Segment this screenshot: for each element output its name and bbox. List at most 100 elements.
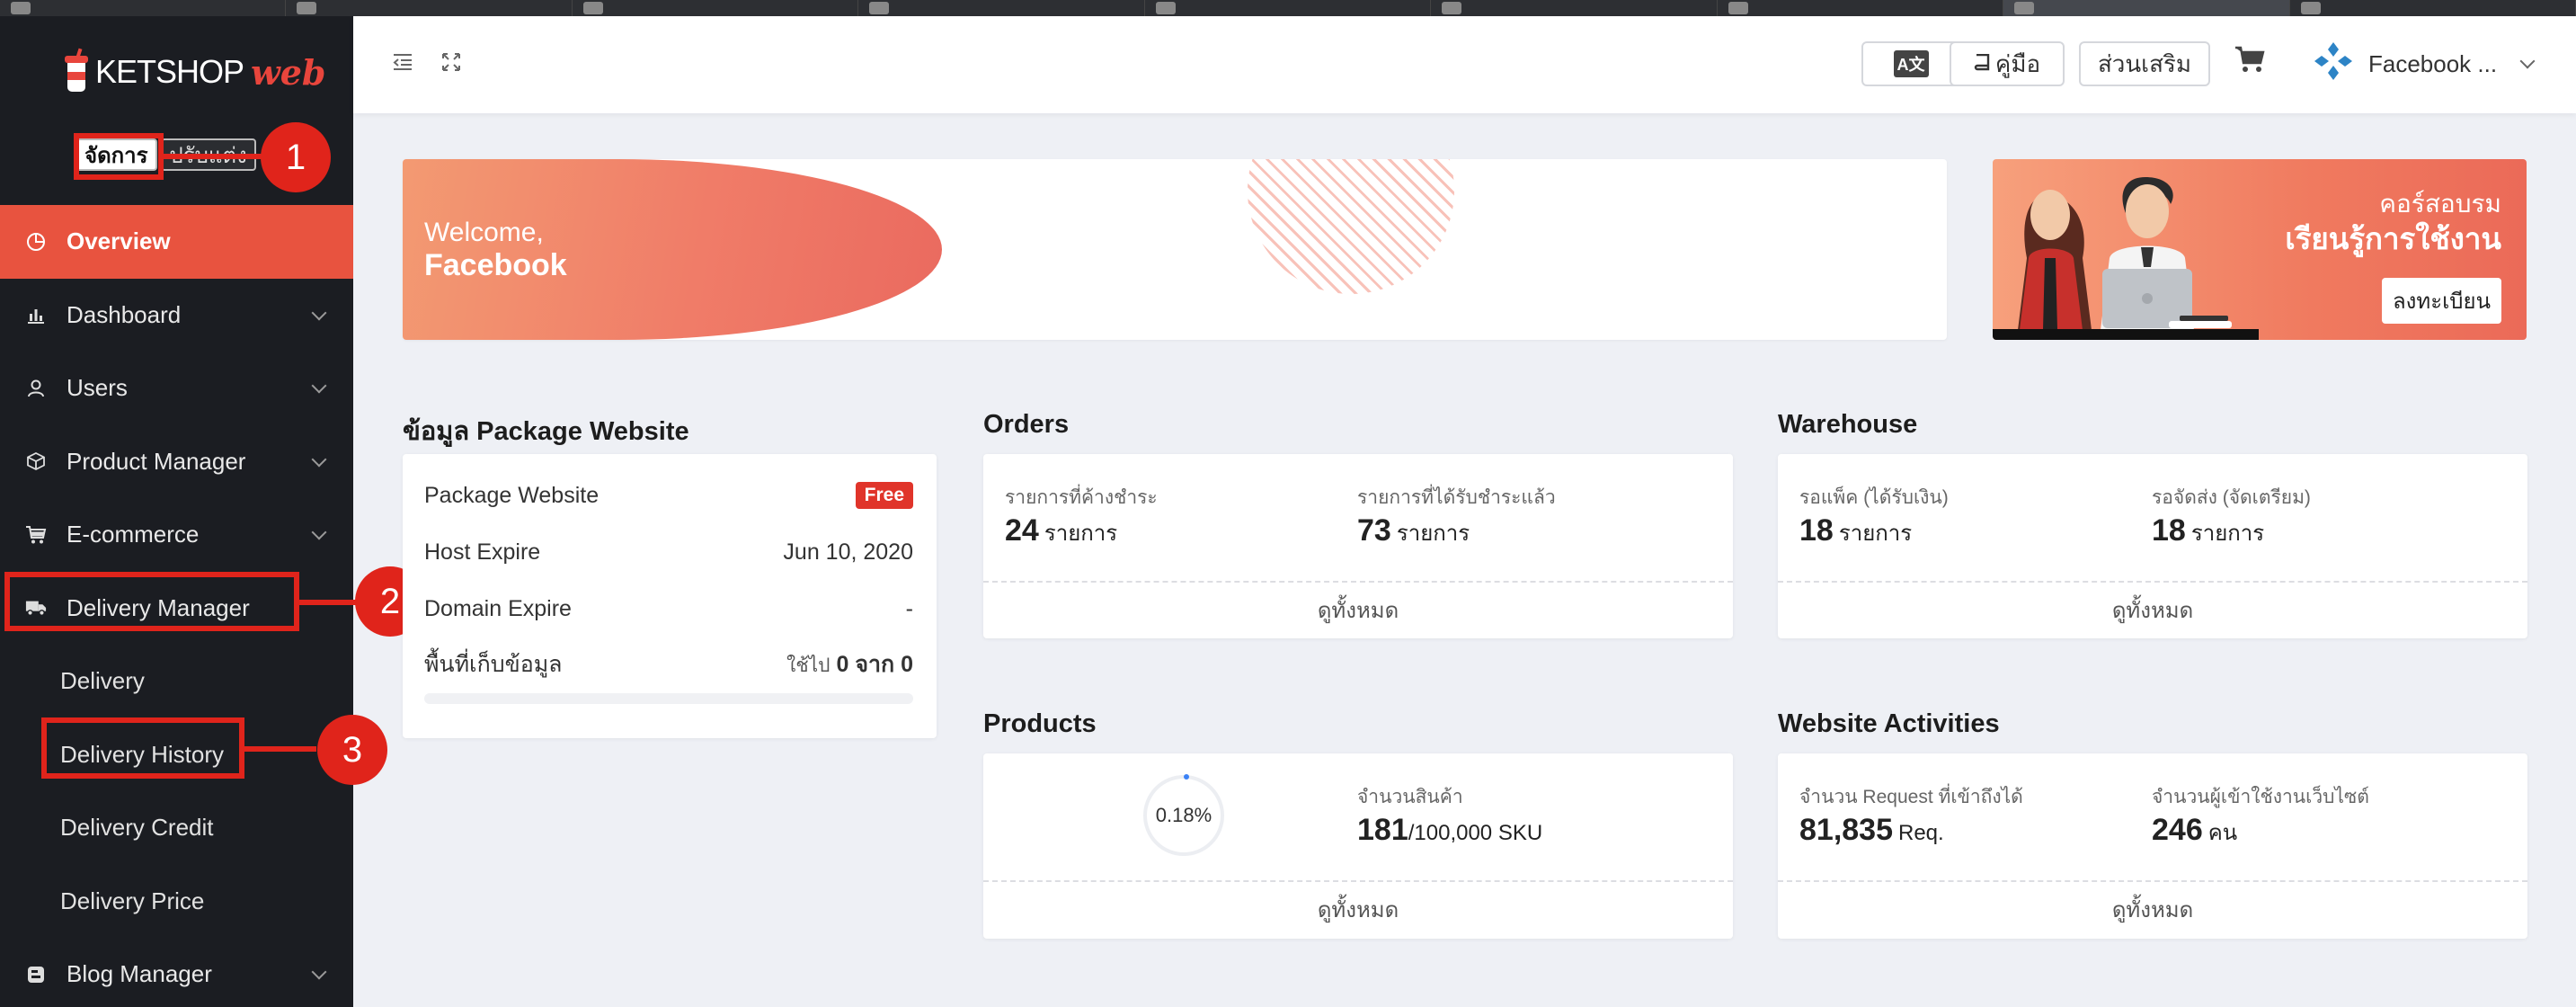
favicon-icon [11, 2, 31, 14]
package-card: Package Website Free Host Expire Jun 10,… [403, 454, 937, 738]
browser-tab[interactable] [286, 0, 573, 16]
storage-total: 0 [901, 652, 913, 677]
product-count-value: 181/100,000 SKU [1357, 813, 1543, 847]
plan-badge: Free [855, 482, 913, 509]
user-icon [25, 378, 47, 399]
products-view-all-link[interactable]: ดูทั้งหมด [983, 882, 1733, 936]
user-name: Facebook ... [2368, 49, 2498, 77]
warehouse-section-title: Warehouse [1778, 410, 1918, 439]
course-banner[interactable]: คอร์สอบรม เรียนรู้การใช้งาน ลงทะเบียน [1993, 159, 2527, 340]
sidebar-item-blog-manager[interactable]: Blog Manager [0, 938, 353, 1007]
warehouse-card: รอแพ็ค (ได้รับเงิน) 18 รายการ รอจัดส่ง (จ… [1778, 454, 2527, 638]
sidebar-item-label: Blog Manager [67, 960, 212, 988]
favicon-icon [1728, 2, 1748, 14]
sidebar-subitem-delivery[interactable]: Delivery [0, 645, 353, 718]
sidebar-item-users[interactable]: Users [0, 352, 353, 425]
orders-view-all-link[interactable]: ดูทั้งหมด [983, 583, 1733, 637]
brand-suffix: web [251, 51, 326, 93]
callout-box-delivery-manager [4, 572, 299, 631]
sidebar-item-product-manager[interactable]: Product Manager [0, 425, 353, 499]
book-icon [1974, 50, 1990, 78]
chevron-down-icon [311, 964, 327, 980]
callout-box-delivery-history [41, 717, 244, 779]
products-card: 0.18% จำนวนสินค้า 181/100,000 SKU ดูทั้ง… [983, 753, 1733, 939]
browser-tab[interactable] [2290, 0, 2576, 16]
avatar [2311, 39, 2356, 90]
sidebar-subitem-delivery-credit[interactable]: Delivery Credit [0, 791, 353, 865]
storage-prefix: ใช้ไป [786, 655, 831, 676]
decorative-pattern [1248, 159, 1454, 294]
welcome-text: Welcome, Facebook [424, 217, 567, 281]
orders-section-title: Orders [983, 410, 1070, 439]
sidebar-item-label: E-commerce [67, 521, 200, 548]
browser-tab[interactable] [1718, 0, 2004, 16]
storage-progress-bar [424, 693, 913, 704]
favicon-icon [869, 2, 890, 14]
awaiting-pack-label: รอแพ็ค (ได้รับเงิน) [1799, 487, 1949, 508]
awaiting-ship-label: รอจัดส่ง (จัดเตรียม) [2152, 487, 2311, 508]
pending-orders-label: รายการที่ค้างชำระ [1005, 487, 1158, 508]
sidebar-item-dashboard[interactable]: Dashboard [0, 279, 353, 352]
favicon-icon [1442, 2, 1462, 14]
people-illustration [2018, 177, 2232, 330]
warehouse-view-all-link[interactable]: ดูทั้งหมด [1778, 583, 2527, 637]
user-menu[interactable]: Facebook ... [2311, 39, 2536, 86]
favicon-icon [2300, 2, 2321, 14]
product-usage-percent: 0.18% [1155, 804, 1212, 826]
register-button[interactable]: ลงทะเบียน [2381, 278, 2501, 324]
products-section-title: Products [983, 709, 1097, 738]
sidebar-subitem-delivery-price[interactable]: Delivery Price [0, 865, 353, 939]
storage-label: พื้นที่เก็บข้อมูล [424, 652, 563, 677]
request-count-label: จำนวน Request ที่เข้าถึงได้ [1799, 787, 2023, 807]
sidebar-item-ecommerce[interactable]: E-commerce [0, 498, 353, 572]
cart-icon [25, 524, 47, 546]
welcome-name: Facebook [424, 248, 567, 282]
sidebar-item-label: Overview [67, 227, 171, 255]
pending-orders-value: 24 รายการ [1005, 513, 1118, 548]
favicon-icon [582, 2, 603, 14]
package-section-title: ข้อมูล Package Website [403, 417, 689, 446]
domain-expire-value: - [905, 595, 913, 621]
domain-expire-label: Domain Expire [424, 595, 572, 621]
manual-label: คู่มือ [1994, 49, 2041, 77]
collapse-menu-icon[interactable] [391, 50, 414, 74]
callout-badge-1: 1 [261, 122, 331, 192]
manual-button[interactable]: คู่มือ [1950, 41, 2065, 86]
activities-view-all-link[interactable]: ดูทั้งหมด [1778, 882, 2527, 936]
visitors-label: จำนวนผู้เข้าใช้งานเว็บไซต์ [2152, 787, 2369, 807]
fullscreen-icon[interactable] [440, 50, 463, 74]
chevron-down-icon [2519, 53, 2536, 69]
language-button[interactable]: A文 [1861, 41, 1960, 86]
sidebar-item-overview[interactable]: Overview [0, 205, 353, 279]
favicon-icon [2014, 2, 2035, 14]
browser-tab[interactable] [858, 0, 1145, 16]
awaiting-ship-value: 18 รายการ [2152, 513, 2265, 548]
box-icon [25, 450, 47, 472]
activities-section-title: Website Activities [1778, 709, 2000, 738]
browser-tab[interactable] [0, 0, 287, 16]
domain-expire-row: Domain Expire - [424, 591, 913, 627]
top-header: A文 คู่มือ ส่วนเสริม Facebook ... [353, 16, 2576, 113]
brand-logo[interactable]: KETSHOP web [65, 43, 326, 101]
chevron-down-icon [311, 305, 327, 320]
browser-tab[interactable] [573, 0, 859, 16]
browser-tab-active[interactable] [2003, 0, 2290, 16]
banner-base-bar [1993, 329, 2259, 340]
browser-tab[interactable] [1145, 0, 1432, 16]
storage-sep: จาก [855, 652, 895, 677]
paid-orders-value: 73 รายการ [1357, 513, 1470, 548]
addon-button[interactable]: ส่วนเสริม [2079, 41, 2210, 86]
cup-logo-icon [65, 48, 88, 94]
translate-icon: A文 [1893, 50, 1929, 77]
chevron-down-icon [311, 524, 327, 540]
course-title-line2: เรียนรู้การใช้งาน [2285, 222, 2501, 255]
storage-value: ใช้ไป 0 จาก 0 [786, 646, 913, 682]
browser-tab-strip [0, 0, 2576, 16]
cart-icon[interactable] [2234, 45, 2266, 77]
bar-chart-icon [25, 304, 47, 325]
sidebar-item-label: Product Manager [67, 447, 246, 475]
product-usage-ring: 0.18% [1143, 774, 1224, 856]
favicon-icon [1155, 2, 1176, 14]
browser-tab[interactable] [1431, 0, 1718, 16]
awaiting-pack-value: 18 รายการ [1799, 513, 1913, 548]
